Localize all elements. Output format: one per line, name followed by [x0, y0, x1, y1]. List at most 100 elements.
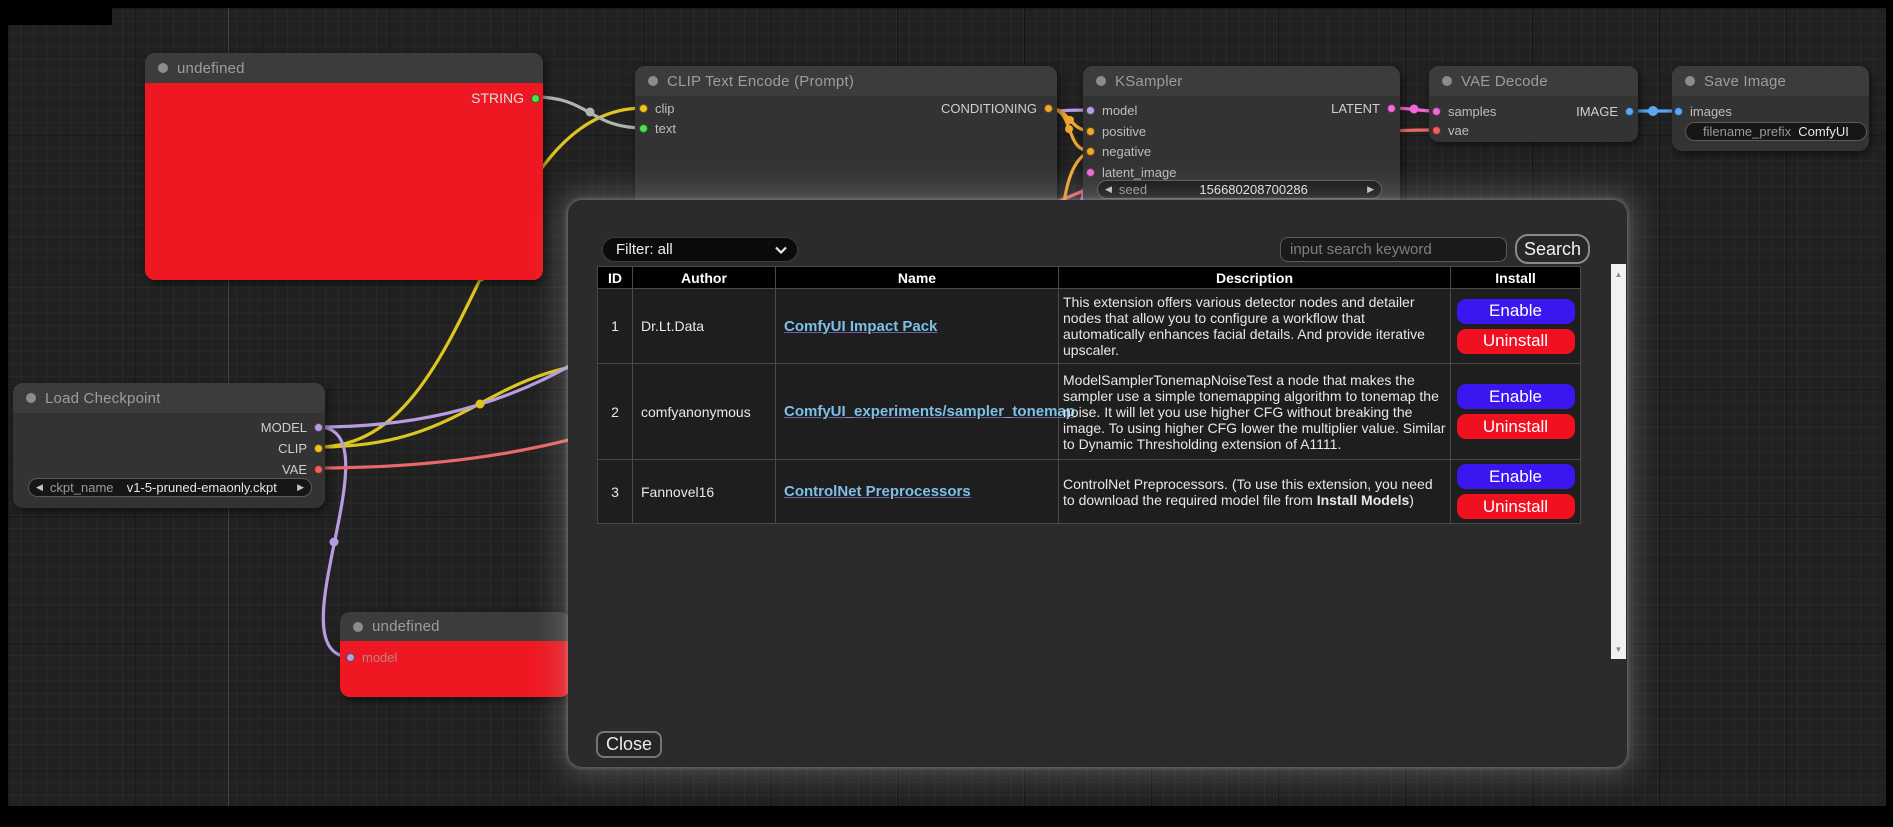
- slot-label: LATENT: [1331, 101, 1380, 116]
- search-input[interactable]: [1280, 237, 1507, 262]
- output-slot-conditioning[interactable]: CONDITIONING: [934, 100, 1053, 116]
- install-button-stack: Enable Uninstall: [1451, 299, 1580, 354]
- decrement-arrow-icon[interactable]: ◀: [1098, 184, 1119, 195]
- slot-dot[interactable]: [1674, 107, 1683, 116]
- ckpt-name-widget[interactable]: ◀ ckpt_name v1-5-pruned-emaonly.ckpt ▶: [28, 478, 312, 497]
- slot-dot[interactable]: [1086, 168, 1095, 177]
- uninstall-button[interactable]: Uninstall: [1457, 329, 1575, 354]
- widget-value: ComfyUI: [1791, 124, 1866, 139]
- slot-dot[interactable]: [1432, 126, 1441, 135]
- enable-button[interactable]: Enable: [1457, 384, 1575, 409]
- widget-value: 156680208700286: [1147, 182, 1360, 197]
- link-dot: [1066, 116, 1074, 124]
- extension-name-link[interactable]: ComfyUI_experiments/sampler_tonemap: [784, 403, 1075, 420]
- uninstall-button[interactable]: Uninstall: [1457, 414, 1575, 439]
- slot-dot[interactable]: [639, 124, 648, 133]
- input-slot-samples[interactable]: samples: [1432, 103, 1503, 119]
- filter-selected-value: Filter: all: [616, 241, 775, 258]
- slot-dot[interactable]: [314, 444, 323, 453]
- enable-button[interactable]: Enable: [1457, 464, 1575, 489]
- link-dot: [1410, 105, 1419, 114]
- collapse-dot-icon[interactable]: [1096, 76, 1106, 86]
- close-button[interactable]: Close: [596, 731, 662, 758]
- node-title-bar[interactable]: Load Checkpoint: [13, 383, 325, 413]
- extension-name-link[interactable]: ComfyUI Impact Pack: [784, 318, 937, 335]
- slot-dot[interactable]: [1432, 107, 1441, 116]
- slot-dot[interactable]: [1387, 104, 1396, 113]
- link-dot: [1065, 125, 1073, 133]
- filter-select[interactable]: Filter: all: [602, 237, 798, 262]
- collapse-dot-icon[interactable]: [158, 63, 168, 73]
- seed-widget[interactable]: ◀ seed 156680208700286 ▶: [1097, 180, 1382, 199]
- description-bold-text: Install Models: [1317, 492, 1410, 508]
- slot-dot[interactable]: [1086, 147, 1095, 156]
- cell-install: Enable Uninstall: [1451, 460, 1581, 524]
- slot-dot[interactable]: [346, 653, 355, 662]
- slot-label: images: [1690, 104, 1732, 119]
- search-button[interactable]: Search: [1515, 234, 1590, 264]
- slot-dot[interactable]: [1086, 106, 1095, 115]
- input-slot-clip[interactable]: clip: [639, 100, 682, 116]
- output-slot-model[interactable]: MODEL: [254, 419, 323, 435]
- increment-arrow-icon[interactable]: ▶: [1360, 184, 1381, 195]
- slot-dot[interactable]: [314, 423, 323, 432]
- node-load-checkpoint[interactable]: Load Checkpoint MODEL CLIP VAE ◀ ckpt_na…: [13, 383, 325, 508]
- output-slot-latent[interactable]: LATENT: [1324, 100, 1396, 116]
- prev-arrow-icon[interactable]: ◀: [29, 482, 50, 493]
- input-slot-text[interactable]: text: [639, 120, 683, 136]
- slot-dot[interactable]: [314, 465, 323, 474]
- slot-dot[interactable]: [531, 94, 540, 103]
- enable-button[interactable]: Enable: [1457, 299, 1575, 324]
- input-slot-model[interactable]: model: [1086, 102, 1144, 118]
- collapse-dot-icon[interactable]: [1685, 76, 1695, 86]
- slot-dot[interactable]: [1625, 107, 1634, 116]
- node-undefined-top[interactable]: undefined STRING: [145, 53, 543, 280]
- input-slot-model[interactable]: model: [346, 649, 404, 665]
- node-body: model: [340, 641, 570, 697]
- slot-label: CONDITIONING: [941, 101, 1037, 116]
- output-slot-string[interactable]: STRING: [464, 90, 540, 106]
- node-vae-decode[interactable]: VAE Decode samples vae IMAGE: [1429, 66, 1638, 142]
- scroll-up-icon[interactable]: ▲: [1611, 267, 1626, 281]
- slot-label: model: [362, 650, 397, 665]
- widget-label: filename_prefix: [1686, 124, 1791, 139]
- scroll-down-icon[interactable]: ▼: [1611, 642, 1626, 656]
- node-title-bar[interactable]: KSampler: [1083, 66, 1400, 96]
- slot-dot[interactable]: [1044, 104, 1053, 113]
- collapse-dot-icon[interactable]: [648, 76, 658, 86]
- table-scrollbar[interactable]: ▲ ▼: [1611, 264, 1626, 659]
- node-ksampler[interactable]: KSampler model positive negative latent_…: [1083, 66, 1400, 211]
- slot-dot[interactable]: [639, 104, 648, 113]
- node-title-bar[interactable]: undefined: [340, 612, 570, 641]
- slot-label: positive: [1102, 124, 1146, 139]
- node-title-bar[interactable]: VAE Decode: [1429, 66, 1638, 96]
- slot-label: text: [655, 121, 676, 136]
- filename-prefix-widget[interactable]: filename_prefix ComfyUI: [1685, 122, 1867, 141]
- input-slot-vae[interactable]: vae: [1432, 122, 1476, 138]
- table-row: 1Dr.Lt.DataComfyUI Impact PackThis exten…: [598, 289, 1581, 364]
- output-slot-clip[interactable]: CLIP: [271, 440, 323, 456]
- output-slot-vae[interactable]: VAE: [275, 461, 323, 477]
- input-slot-images[interactable]: images: [1674, 103, 1739, 119]
- extension-name-link[interactable]: ControlNet Preprocessors: [784, 483, 971, 500]
- description-text: ModelSamplerTonemapNoiseTest a node that…: [1063, 372, 1446, 452]
- node-title-bar[interactable]: undefined: [145, 53, 543, 83]
- input-slot-positive[interactable]: positive: [1086, 123, 1153, 139]
- node-title-bar[interactable]: CLIP Text Encode (Prompt): [635, 66, 1057, 96]
- output-slot-image[interactable]: IMAGE: [1569, 103, 1634, 119]
- collapse-dot-icon[interactable]: [26, 393, 36, 403]
- input-slot-latent-image[interactable]: latent_image: [1086, 164, 1183, 180]
- input-slot-negative[interactable]: negative: [1086, 143, 1158, 159]
- collapse-dot-icon[interactable]: [1442, 76, 1452, 86]
- uninstall-button[interactable]: Uninstall: [1457, 494, 1575, 519]
- node-title-bar[interactable]: Save Image: [1672, 66, 1869, 96]
- node-save-image[interactable]: Save Image images filename_prefix ComfyU…: [1672, 66, 1869, 151]
- next-arrow-icon[interactable]: ▶: [290, 482, 311, 493]
- node-clip-text-encode[interactable]: CLIP Text Encode (Prompt) clip text COND…: [635, 66, 1057, 216]
- slot-label: vae: [1448, 123, 1469, 138]
- slot-dot[interactable]: [1086, 127, 1095, 136]
- window-edge-top: [0, 0, 1893, 8]
- custom-nodes-manager-dialog: Filter: all Search IDAuthorNameDescripti…: [568, 200, 1627, 767]
- node-undefined-bottom[interactable]: undefined model: [340, 612, 570, 697]
- collapse-dot-icon[interactable]: [353, 622, 363, 632]
